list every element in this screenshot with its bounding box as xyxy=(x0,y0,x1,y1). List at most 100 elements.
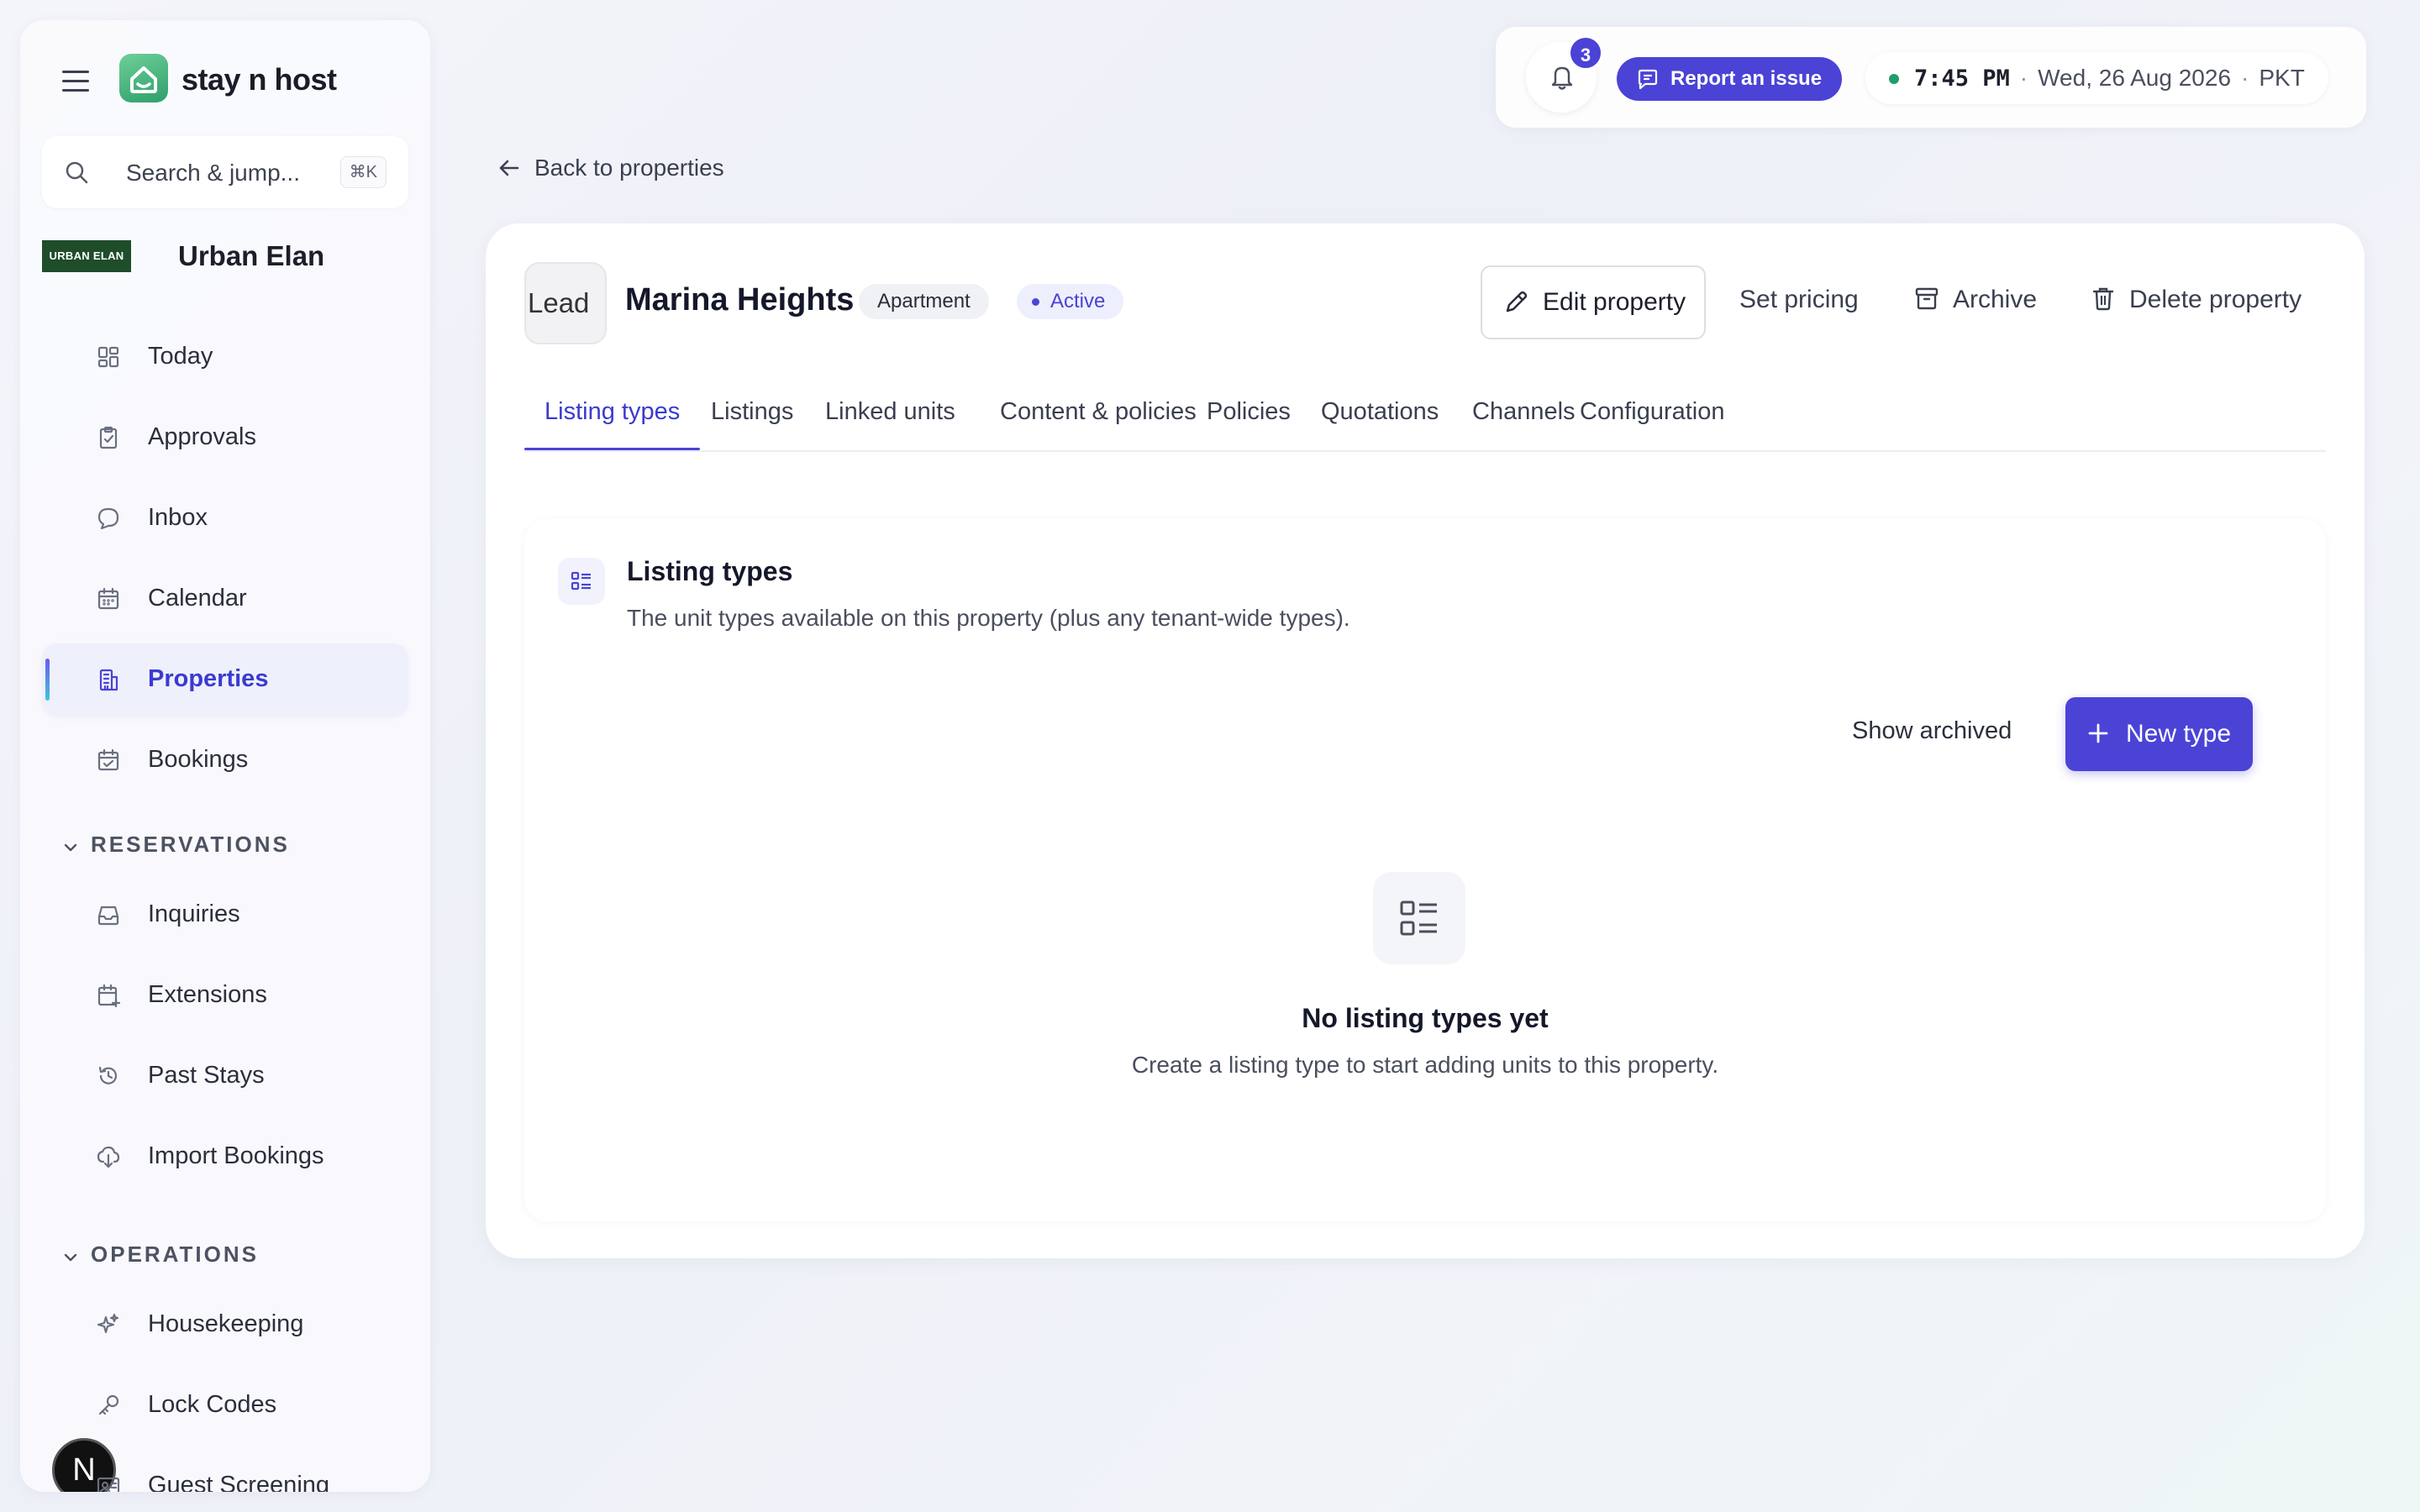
empty-state-subtitle: Create a listing type to start adding un… xyxy=(1131,1052,1719,1078)
sidebar-item-label: Guest Screening xyxy=(148,1472,330,1492)
tab-content-policies[interactable]: Content & policies xyxy=(980,398,1217,450)
sidebar-item-label: Extensions xyxy=(148,981,267,1008)
app-name: stay n host xyxy=(182,62,337,97)
sidebar-item-guest-screening[interactable]: Guest Screening xyxy=(42,1450,408,1492)
menu-toggle-icon[interactable] xyxy=(62,71,89,92)
property-name: Marina Heights xyxy=(625,282,855,318)
chevron-down-icon xyxy=(62,1243,81,1269)
inbox-tray-icon xyxy=(96,902,121,927)
back-label: Back to properties xyxy=(534,155,724,181)
report-issue-button[interactable]: Report an issue xyxy=(1617,57,1843,101)
show-archived-toggle[interactable]: Show archived xyxy=(1852,717,2012,745)
sidebar-item-lock-codes[interactable]: Lock Codes xyxy=(42,1369,408,1441)
sidebar-item-housekeeping[interactable]: Housekeeping xyxy=(42,1289,408,1361)
delete-property-label: Delete property xyxy=(2129,286,2302,313)
search-icon xyxy=(66,161,88,184)
chat-bubble-icon xyxy=(96,506,121,531)
sidebar-item-past-stays[interactable]: Past Stays xyxy=(42,1040,408,1112)
edit-property-label: Edit property xyxy=(1543,288,1686,316)
sidebar-item-label: Inquiries xyxy=(148,900,240,927)
notification-count-badge: 3 xyxy=(1568,35,1603,71)
panel-title: Listing types xyxy=(627,556,793,586)
history-icon xyxy=(96,1063,121,1089)
sidebar: stay n host Search & jump... ⌘K URBAN EL… xyxy=(20,20,430,1492)
new-type-button[interactable]: New type xyxy=(2065,697,2254,771)
archive-box-icon xyxy=(1915,287,1939,310)
clock-timezone: PKT xyxy=(2259,65,2305,91)
new-type-label: New type xyxy=(2126,720,2232,748)
list-icon xyxy=(558,558,605,605)
sidebar-item-approvals[interactable]: Approvals xyxy=(42,402,408,474)
message-flag-icon xyxy=(1638,69,1658,90)
archive-label: Archive xyxy=(1953,286,2038,313)
sidebar-item-calendar[interactable]: Calendar xyxy=(42,563,408,635)
sidebar-item-label: Properties xyxy=(148,665,269,692)
set-pricing-button[interactable]: Set pricing xyxy=(1739,286,1859,314)
section-header-operations[interactable]: OPERATIONS xyxy=(62,1242,259,1269)
status-badge: Active xyxy=(1017,284,1124,319)
dashboard-icon xyxy=(96,344,121,370)
listing-types-panel: Listing types The unit types available o… xyxy=(524,519,2326,1221)
org-logo: URBAN ELAN xyxy=(42,240,131,272)
sidebar-item-extensions[interactable]: Extensions xyxy=(42,959,408,1032)
report-issue-label: Report an issue xyxy=(1670,67,1823,90)
sidebar-item-properties[interactable]: Properties xyxy=(42,643,408,716)
id-card-icon xyxy=(96,1473,121,1492)
sidebar-item-today[interactable]: Today xyxy=(42,321,408,393)
bell-icon xyxy=(1551,66,1573,90)
property-type-badge: Apartment xyxy=(859,284,989,319)
arrow-left-icon xyxy=(499,160,519,176)
calendar-icon xyxy=(96,586,121,612)
sidebar-item-label: Calendar xyxy=(148,585,247,612)
pencil-icon xyxy=(1506,291,1528,312)
clock-date: Wed, 26 Aug 2026 xyxy=(2038,65,2232,91)
building-icon xyxy=(96,667,121,692)
archive-button[interactable]: Archive xyxy=(1914,286,2037,314)
calendar-plus-icon xyxy=(96,983,121,1008)
org-name[interactable]: Urban Elan xyxy=(178,240,324,272)
sidebar-item-inquiries[interactable]: Inquiries xyxy=(42,879,408,951)
tab-quotations[interactable]: Quotations xyxy=(1301,398,1459,450)
panel-subtitle: The unit types available on this propert… xyxy=(627,605,1350,631)
edit-property-button[interactable]: Edit property xyxy=(1481,265,1707,339)
clock-time: 7:45 PM xyxy=(1914,66,2010,92)
tab-listings[interactable]: Listings xyxy=(691,398,813,450)
search-input[interactable]: Search & jump... ⌘K xyxy=(42,136,408,208)
sidebar-item-label: Lock Codes xyxy=(148,1391,277,1418)
tab-linked-units[interactable]: Linked units xyxy=(805,398,976,450)
trash-icon xyxy=(2092,287,2114,311)
app-logo-icon xyxy=(119,54,168,102)
sidebar-item-label: Inbox xyxy=(148,504,208,531)
tab-configuration[interactable]: Configuration xyxy=(1560,398,1745,450)
empty-state-title: No listing types yet xyxy=(1302,1003,1549,1033)
empty-list-icon xyxy=(1373,872,1465,964)
chevron-down-icon xyxy=(62,833,81,859)
calendar-check-icon xyxy=(96,748,121,773)
sparkles-icon xyxy=(96,1312,121,1337)
section-header-reservations[interactable]: RESERVATIONS xyxy=(62,832,290,859)
section-title: RESERVATIONS xyxy=(91,832,290,857)
sidebar-item-label: Housekeeping xyxy=(148,1310,304,1337)
property-thumbnail: Lead xyxy=(524,262,607,344)
thumbnail-alt-text: Lead xyxy=(528,287,590,318)
sidebar-item-label: Past Stays xyxy=(148,1062,265,1089)
sidebar-item-inbox[interactable]: Inbox xyxy=(42,482,408,554)
sidebar-item-label: Bookings xyxy=(148,746,249,773)
tab-listing-types[interactable]: Listing types xyxy=(524,398,701,450)
cloud-download-icon xyxy=(96,1144,121,1169)
sidebar-item-label: Today xyxy=(148,343,213,370)
plus-icon xyxy=(2088,723,2108,743)
sidebar-item-import-bookings[interactable]: Import Bookings xyxy=(42,1121,408,1193)
online-status-dot xyxy=(1889,74,1899,84)
property-tabs: Listing types Listings Linked units Content… xyxy=(524,383,2326,452)
sidebar-item-label: Approvals xyxy=(148,423,256,450)
property-card: Lead Marina Heights Apartment Active Edi… xyxy=(486,223,2365,1258)
clock-display: 7:45 PM · Wed, 26 Aug 2026 · PKT xyxy=(1865,52,2328,104)
sidebar-item-bookings[interactable]: Bookings xyxy=(42,724,408,796)
search-shortcut: ⌘K xyxy=(339,156,387,188)
back-to-properties-link[interactable]: Back to properties xyxy=(497,155,724,181)
tab-policies[interactable]: Policies xyxy=(1186,398,1311,450)
delete-property-button[interactable]: Delete property xyxy=(2091,286,2302,314)
clipboard-check-icon xyxy=(96,425,121,450)
section-title: OPERATIONS xyxy=(91,1242,259,1267)
